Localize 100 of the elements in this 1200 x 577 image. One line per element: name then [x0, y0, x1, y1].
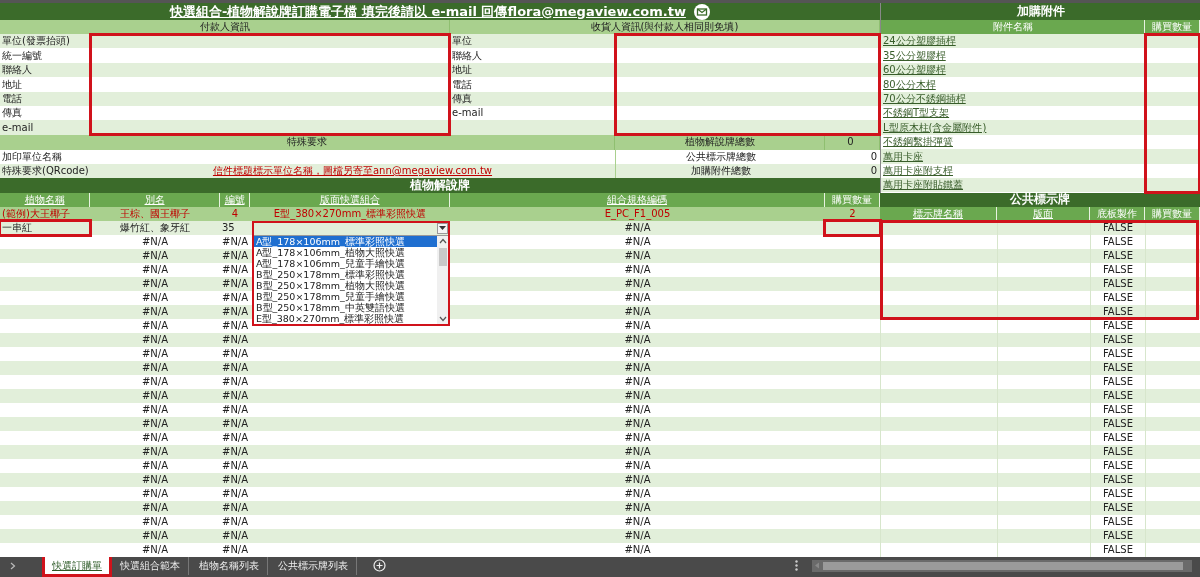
table-cell-text: #N/A — [221, 332, 250, 347]
table-cell: 一串紅 — [0, 220, 90, 235]
email-link[interactable]: 信件標題標示單位名稱，圖檔另寄至ann@megaview.com.tw — [212, 164, 493, 176]
dropdown-field[interactable] — [254, 222, 448, 235]
table-cell-text: #N/A — [221, 402, 250, 417]
accessory-link[interactable]: 萬用卡座附支桿 — [883, 164, 953, 176]
accessory-link[interactable]: 不銹鋼繫掛彈簧 — [883, 136, 953, 148]
scrollbar[interactable] — [437, 235, 448, 324]
table-cell-text: #N/A — [221, 542, 250, 557]
table-cell-text: #N/A — [623, 332, 652, 347]
sheet-tab[interactable]: 快選組合範本 — [112, 556, 189, 575]
table-cell-text: #N/A — [623, 514, 652, 529]
dropdown-option[interactable]: B型_250×178mm_兒童手繪快選 — [254, 290, 437, 302]
input-field[interactable] — [825, 220, 880, 235]
table-cell: FALSE — [1090, 472, 1145, 487]
table-cell-text: #N/A — [221, 444, 250, 459]
field-label: 單位 — [451, 34, 473, 49]
table-cell: FALSE — [1090, 388, 1145, 403]
table-cell-text: #N/A — [221, 500, 250, 515]
table-cell-text: #N/A — [140, 290, 170, 305]
table-cell-text: #N/A — [140, 388, 170, 403]
scroll-up-icon[interactable] — [438, 237, 447, 244]
field-label: 地址 — [1, 77, 23, 92]
sheet-title: 快選組合-植物解說牌訂購電子檔 填完後請以 e-mail 回傳flora@megaview.com.tw — [170, 2, 686, 21]
table-cell: FALSE — [1090, 402, 1145, 417]
dropdown-option[interactable]: A型_178×106mm_植物大照快選 — [254, 246, 437, 258]
table-cell-text: #N/A — [623, 486, 652, 501]
scroll-down-icon[interactable] — [438, 315, 447, 322]
accessory-link[interactable]: 萬用卡座 — [883, 150, 923, 162]
table-cell: FALSE — [1090, 290, 1145, 305]
field-label: 統一編號 — [1, 48, 43, 63]
table-cell-text: 爆竹紅、象牙紅 — [119, 220, 191, 235]
dropdown-option[interactable]: E型_380×270mm_標準彩照快選 — [254, 312, 437, 324]
column-header: 附件名稱 — [881, 20, 1146, 35]
table-cell-text: #N/A — [140, 486, 170, 501]
table-cell-text: #N/A — [140, 500, 170, 515]
horizontal-scrollbar[interactable] — [812, 559, 1192, 572]
table-cell: FALSE — [1090, 234, 1145, 249]
table-cell: FALSE — [1090, 248, 1145, 263]
field-label: 加印單位名稱 — [1, 149, 63, 164]
table-cell: FALSE — [1090, 318, 1145, 333]
table-cell-text: #N/A — [140, 444, 170, 459]
table-cell-text: #N/A — [221, 528, 250, 543]
dropdown-option[interactable]: B型_250×178mm_標準彩照快選 — [254, 268, 437, 280]
dropdown-option[interactable]: A型_178×106mm_兒童手繪快選 — [254, 257, 437, 269]
chevron-right-icon[interactable] — [10, 561, 16, 570]
table-cell-text: #N/A — [623, 528, 652, 543]
table-cell: FALSE — [1090, 304, 1145, 319]
accessory-link[interactable]: 60公分塑膠桿 — [883, 64, 946, 76]
table-cell-text: #N/A — [140, 304, 170, 319]
table-cell-text: #N/A — [623, 500, 652, 515]
field-label: 單位(發票抬頭) — [1, 34, 71, 49]
total-value: 0 — [869, 149, 878, 164]
table-cell: FALSE — [1090, 458, 1145, 473]
dropdown-option[interactable]: B型_250×178mm_中英雙語快選 — [254, 301, 437, 313]
section-header: 收貨人資訊(與付款人相同則免填) — [450, 20, 880, 35]
add-sheet-icon[interactable] — [373, 559, 386, 572]
table-cell-text: #N/A — [221, 458, 250, 473]
accessory-link[interactable]: 萬用卡座附貼鐵蓋 — [883, 179, 963, 191]
field-label: 電話 — [1, 91, 23, 106]
table-cell-text: #N/A — [140, 346, 170, 361]
table-cell-text: #N/A — [140, 262, 170, 277]
column-header: 購買數量 — [1145, 20, 1200, 35]
table-cell-text: #N/A — [140, 374, 170, 389]
accessory-link[interactable]: 不銹鋼T型支架 — [883, 107, 950, 119]
table-cell-text: #N/A — [140, 430, 170, 445]
table-cell: FALSE — [1090, 500, 1145, 515]
field-label: 地址 — [451, 63, 473, 78]
table-cell-text: #N/A — [221, 374, 250, 389]
more-icon[interactable] — [795, 560, 798, 571]
accessory-link[interactable]: 80公分木桿 — [883, 78, 936, 90]
accessory-link[interactable]: 35公分塑膠桿 — [883, 49, 946, 61]
table-cell-text: #N/A — [623, 290, 652, 305]
table-cell-text: #N/A — [623, 472, 652, 487]
field-label: 傳真 — [451, 91, 473, 106]
scroll-thumb[interactable] — [438, 247, 447, 266]
section-header: 付款人資訊 — [0, 20, 450, 35]
table-cell-text: #N/A — [221, 318, 250, 333]
dropdown-option[interactable]: A型_178×106mm_標準彩照快選 — [254, 235, 437, 247]
table-cell-text: #N/A — [221, 514, 250, 529]
table-cell-text: #N/A — [623, 402, 652, 417]
table-cell-text: #N/A — [623, 262, 652, 277]
table-cell: FALSE — [1090, 262, 1145, 277]
field-label: 電話 — [451, 77, 473, 92]
table-cell: FALSE — [1090, 220, 1145, 235]
total-value: 0 — [869, 163, 878, 178]
dropdown-option[interactable]: B型_250×178mm_植物大照快選 — [254, 279, 437, 291]
accessory-link[interactable]: L型原木柱(含金屬附件) — [883, 121, 987, 133]
table-cell-text: #N/A — [221, 472, 250, 487]
accessory-link[interactable]: 70公分不銹鋼插桿 — [883, 92, 966, 104]
sheet-tab[interactable]: 公共標示牌列表 — [270, 556, 357, 575]
field-label: 聯絡人 — [451, 48, 483, 63]
table-cell: FALSE — [1090, 486, 1145, 501]
accessory-link[interactable]: 24公分塑膠插桿 — [883, 35, 956, 47]
table-cell: FALSE — [1090, 430, 1145, 445]
table-cell-text: #N/A — [140, 360, 170, 375]
table-cell-text: #N/A — [623, 542, 652, 557]
table-cell-text: #N/A — [623, 388, 652, 403]
table-cell: FALSE — [1090, 416, 1145, 431]
sheet-tab[interactable]: 植物名稱列表 — [191, 556, 268, 575]
